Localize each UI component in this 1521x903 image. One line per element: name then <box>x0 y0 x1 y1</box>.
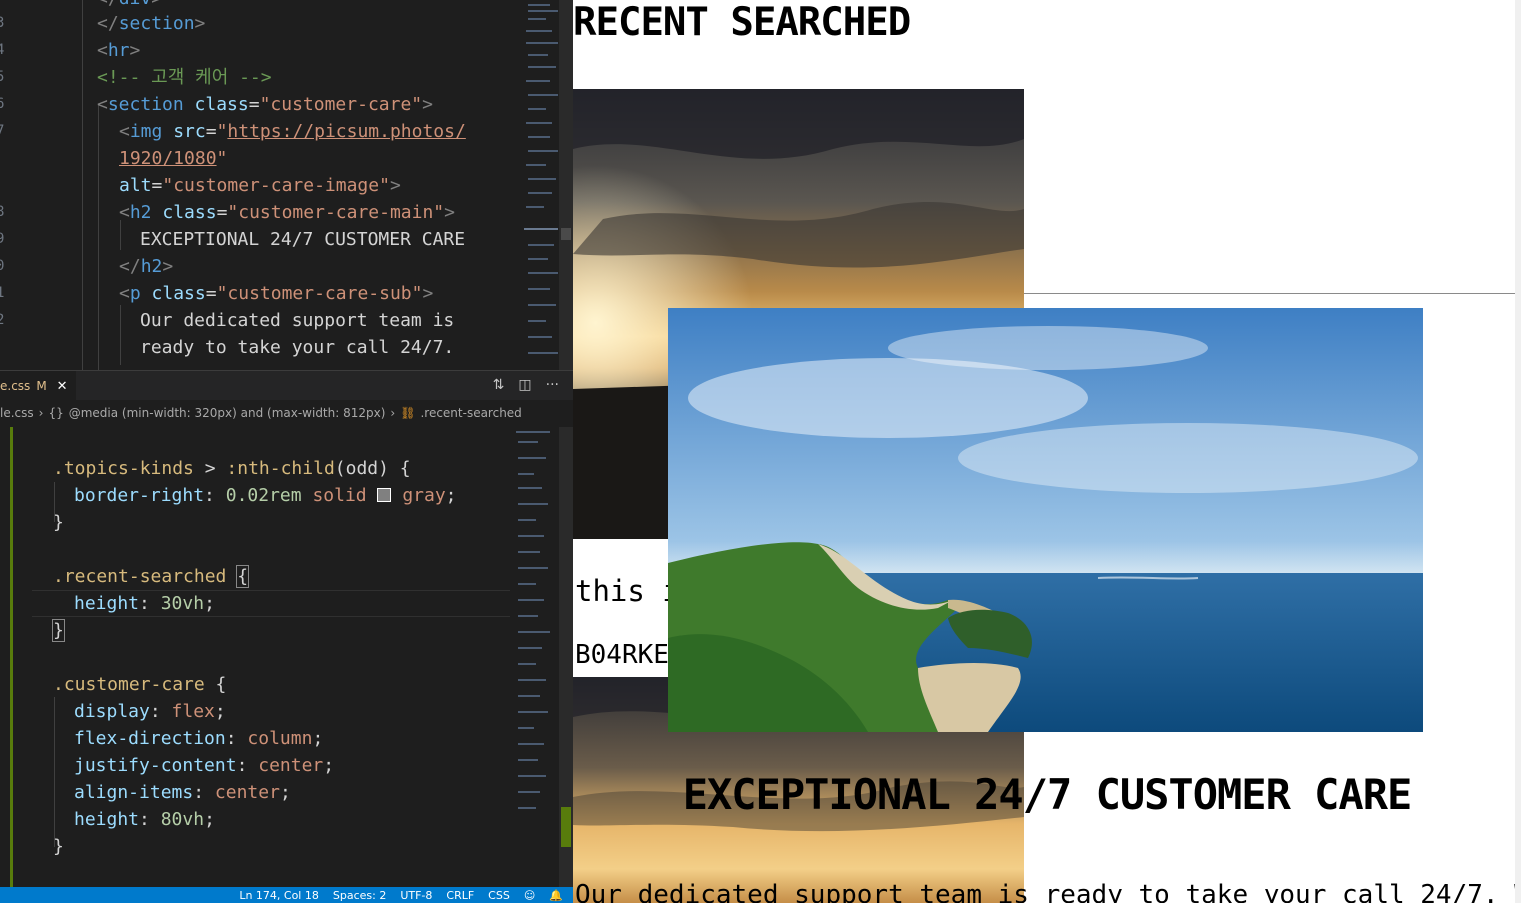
editor-tab-bar: e.css M ✕ ⇅ ◫ ··· <box>0 370 573 401</box>
browser-preview: RECENT SEARCHED this is B04RKES EXCEPTIO… <box>573 0 1521 903</box>
code-editor: </div> </section> <hr> <!-- 고객 케어 --> <s… <box>0 0 573 903</box>
code-line: .customer-care { <box>53 674 227 695</box>
code-line: justify-content: center; <box>74 755 335 776</box>
code-line: 1920/1080" <box>119 148 228 169</box>
line-number: 1 <box>0 285 5 301</box>
code-line: border-right: 0.02rem solid gray; <box>74 485 457 506</box>
chevron-right-icon: › <box>38 406 44 420</box>
modified-indicator: M <box>36 379 47 393</box>
code-line: } <box>52 619 65 642</box>
code-line: Our dedicated support team is <box>140 310 455 331</box>
encoding[interactable]: UTF-8 <box>400 889 432 902</box>
compare-changes-icon[interactable]: ⇅ <box>493 377 505 393</box>
preview-scrollbar[interactable] <box>1515 0 1521 903</box>
braces-icon: {} <box>48 406 64 420</box>
minimap[interactable] <box>514 427 560 887</box>
recent-searched-heading: RECENT SEARCHED <box>573 0 911 45</box>
code-line: ready to take your call 24/7. <box>140 337 455 358</box>
code-line: <img src="https://picsum.photos/ <box>119 121 466 142</box>
css-editor-pane[interactable]: .topics-kinds > :nth-child(odd) { border… <box>0 427 573 887</box>
minimap[interactable] <box>514 0 560 370</box>
tab-style-css[interactable]: e.css M ✕ <box>0 371 76 401</box>
color-swatch[interactable] <box>377 488 392 502</box>
bell-icon[interactable]: 🔔 <box>549 889 563 902</box>
line-number: 5 <box>0 69 5 85</box>
horizontal-rule <box>1024 293 1521 294</box>
code-line: .topics-kinds > :nth-child(odd) { <box>53 458 411 479</box>
code-line: align-items: center; <box>74 782 291 803</box>
chevron-right-icon: › <box>390 406 396 420</box>
code-line: </section> <box>97 13 206 34</box>
line-number: 3 <box>0 15 5 31</box>
indentation[interactable]: Spaces: 2 <box>333 889 386 902</box>
more-actions-icon[interactable]: ··· <box>546 377 559 393</box>
line-number: 0 <box>0 258 5 274</box>
customer-care-heading: EXCEPTIONAL 24/7 CUSTOMER CARE <box>682 770 1413 819</box>
code-line: </h2> <box>119 256 174 277</box>
coastal-cliff-image <box>668 308 1423 732</box>
breadcrumb-file[interactable]: le.css <box>0 406 34 420</box>
code-line: alt="customer-care-image"> <box>119 175 401 196</box>
line-number: 6 <box>0 96 5 112</box>
line-number: 9 <box>0 231 5 247</box>
feedback-icon[interactable]: ☺ <box>524 889 535 902</box>
customer-care-subtext: Our dedicated support team is ready to t… <box>575 880 1521 903</box>
line-number: 2 <box>0 312 5 328</box>
line-number: 4 <box>0 42 5 58</box>
git-change-bar <box>10 427 13 887</box>
code-line: height: 80vh; <box>74 809 215 830</box>
breadcrumb-media[interactable]: @media (min-width: 320px) and (max-width… <box>69 406 386 420</box>
code-comment: <!-- 고객 케어 --> <box>97 67 272 88</box>
code-line: EXCEPTIONAL 24/7 CUSTOMER CARE <box>140 229 466 250</box>
cursor-position[interactable]: Ln 174, Col 18 <box>239 889 319 902</box>
code-line: <hr> <box>97 40 141 61</box>
code-line: } <box>53 512 64 533</box>
line-number: 8 <box>0 204 5 220</box>
code-line: height: 30vh; <box>74 593 215 614</box>
language-mode[interactable]: CSS <box>488 889 510 902</box>
html-editor-pane[interactable]: </div> </section> <hr> <!-- 고객 케어 --> <s… <box>0 0 573 370</box>
vertical-scrollbar[interactable] <box>559 427 573 887</box>
tab-filename: e.css <box>0 379 31 393</box>
code-line: <section class="customer-care"> <box>97 94 433 115</box>
code-line: display: flex; <box>74 701 226 722</box>
code-line: flex-direction: column; <box>74 728 324 749</box>
code-line: <p class="customer-care-sub"> <box>119 283 434 304</box>
close-icon[interactable]: ✕ <box>57 379 68 394</box>
breadcrumb: le.css › {} @media (min-width: 320px) an… <box>0 400 573 426</box>
split-editor-icon[interactable]: ◫ <box>518 377 531 393</box>
code-line: } <box>53 836 64 857</box>
code-line: .recent-searched { <box>53 565 250 588</box>
vertical-scrollbar[interactable] <box>559 0 573 370</box>
line-number: 7 <box>0 123 5 139</box>
selector-icon: ⛓ <box>400 406 416 420</box>
line-ending[interactable]: CRLF <box>446 889 474 902</box>
breadcrumb-selector[interactable]: .recent-searched <box>420 406 521 420</box>
code-line: <h2 class="customer-care-main"> <box>119 202 455 223</box>
status-bar: Ln 174, Col 18 Spaces: 2 UTF-8 CRLF CSS … <box>0 887 573 903</box>
